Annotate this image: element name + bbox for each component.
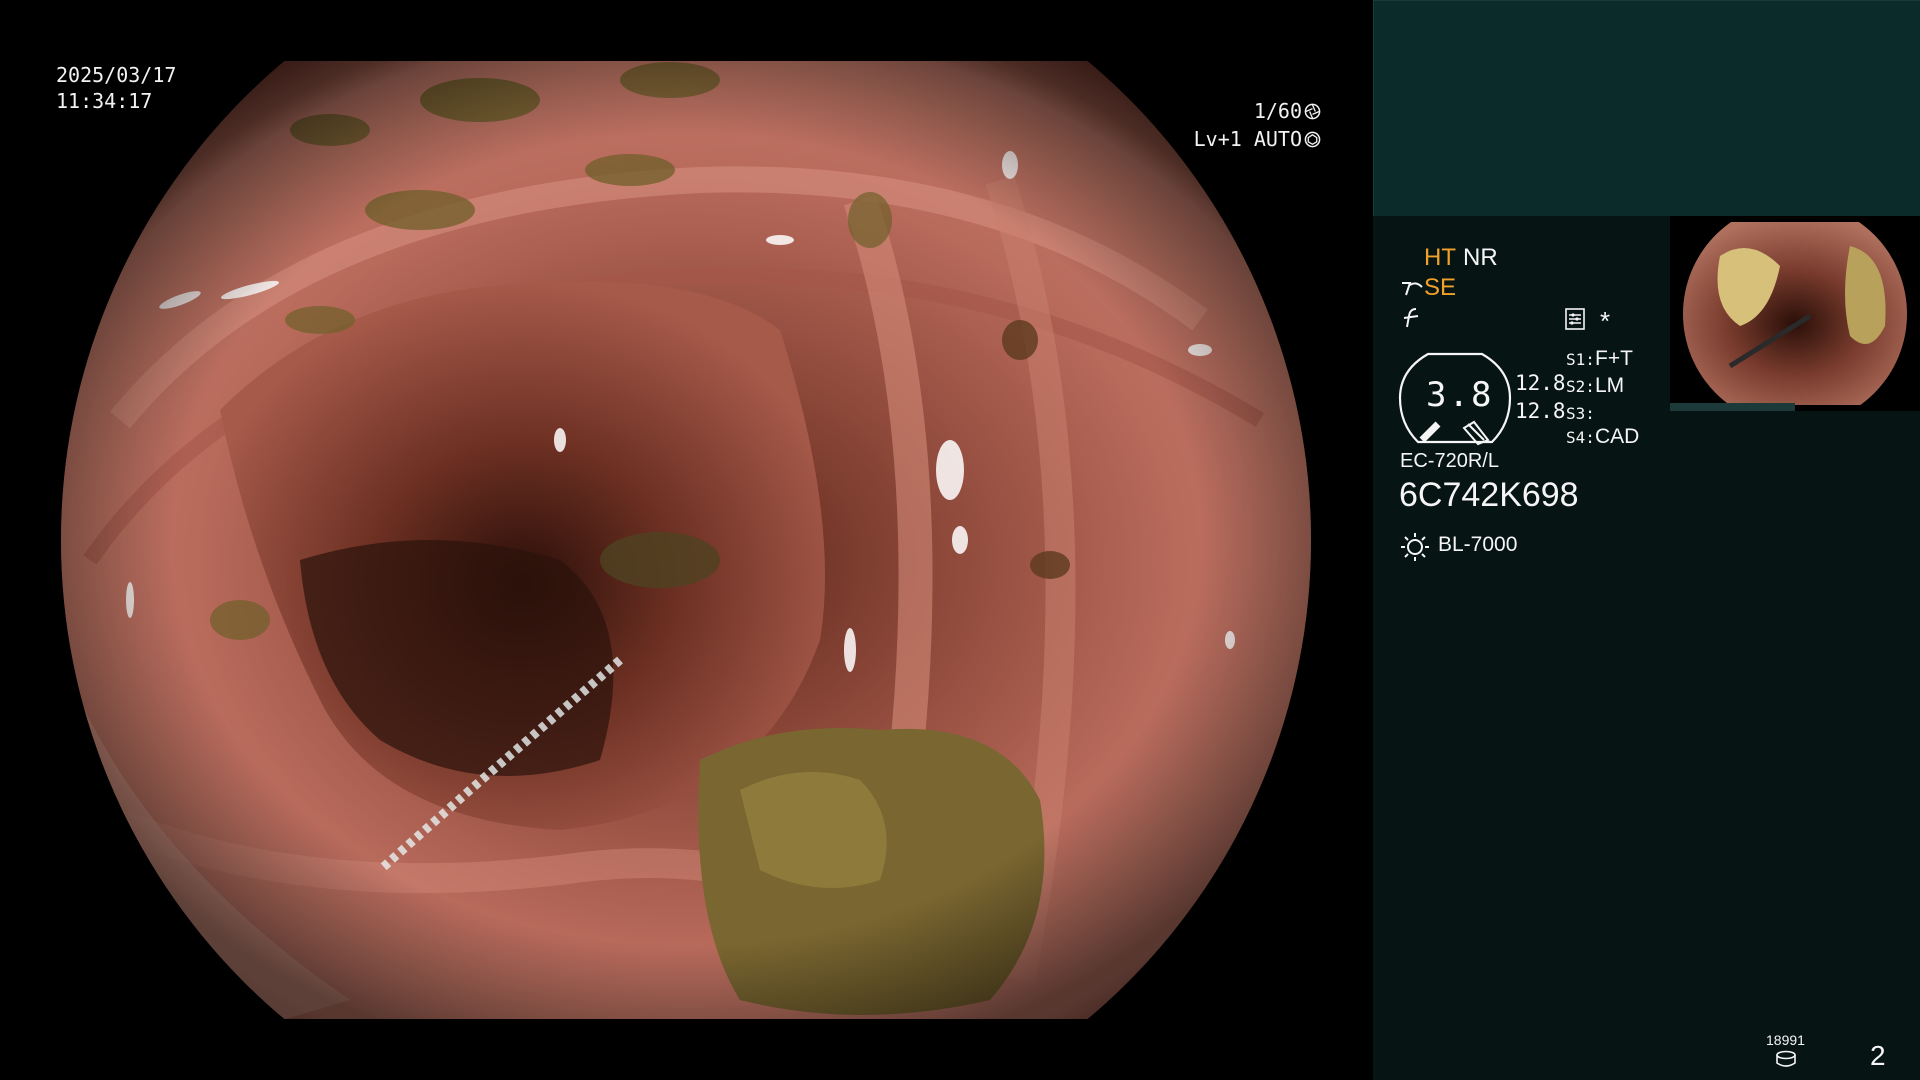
storage-disk-icon bbox=[1776, 1050, 1796, 1067]
endoscopy-screen: 2025/03/17 11:34:17 1/60 Lv+1 AUTO HT NR… bbox=[0, 0, 1920, 1080]
level-readout: Lv+1 AUTO bbox=[1194, 126, 1321, 152]
iris-icon bbox=[1304, 131, 1321, 147]
thumbnail-image bbox=[1670, 216, 1920, 411]
storage-count: 18991 bbox=[1766, 1032, 1805, 1048]
switch-s1-value: F+T bbox=[1595, 347, 1633, 370]
light-source-model: BL-7000 bbox=[1438, 533, 1518, 556]
switch-s4-key: S4: bbox=[1566, 428, 1595, 447]
mode-ht: HT bbox=[1424, 244, 1456, 271]
page-number: 2 bbox=[1870, 1040, 1886, 1071]
colon-lumen-image bbox=[0, 0, 1373, 1080]
asterisk-indicator: * bbox=[1600, 306, 1611, 336]
captured-image-thumbnail[interactable] bbox=[1670, 216, 1920, 411]
switch-s3-key: S3: bbox=[1566, 404, 1595, 423]
time-readout: 11:34:17 bbox=[56, 89, 153, 113]
aperture-icon bbox=[1304, 103, 1321, 119]
date-readout: 2025/03/17 bbox=[56, 63, 177, 87]
switch-s2-key: S2: bbox=[1566, 377, 1595, 396]
switch-s1-key: S1: bbox=[1566, 350, 1595, 369]
zoom-value-a: 12.8 bbox=[1515, 371, 1566, 395]
light-source-icon bbox=[1401, 533, 1429, 561]
settings-list-icon bbox=[1565, 308, 1585, 330]
scope-serial: 6C742K698 bbox=[1399, 476, 1579, 514]
zoom-value-b: 12.8 bbox=[1515, 399, 1566, 423]
mode-se: SE bbox=[1424, 274, 1457, 301]
structure-enhance-icon bbox=[1402, 282, 1423, 296]
switch-s4-value: CAD bbox=[1595, 425, 1640, 448]
switch-s2-value: LM bbox=[1595, 374, 1625, 397]
color-mode-icon bbox=[1403, 308, 1419, 328]
scope-model: EC-720R/L bbox=[1400, 450, 1499, 472]
shutter-value: 1/60 bbox=[1253, 99, 1302, 123]
endoscope-view: 2025/03/17 11:34:17 1/60 Lv+1 AUTO bbox=[0, 0, 1373, 1080]
zoom-value: 3.8 bbox=[1426, 375, 1494, 415]
panel-header-area bbox=[1373, 0, 1920, 216]
mode-nr: NR bbox=[1463, 244, 1498, 271]
thumbnail-bar bbox=[1670, 403, 1795, 411]
shutter-readout: 1/60 bbox=[1254, 98, 1321, 124]
level-value: Lv+1 AUTO bbox=[1193, 127, 1302, 151]
